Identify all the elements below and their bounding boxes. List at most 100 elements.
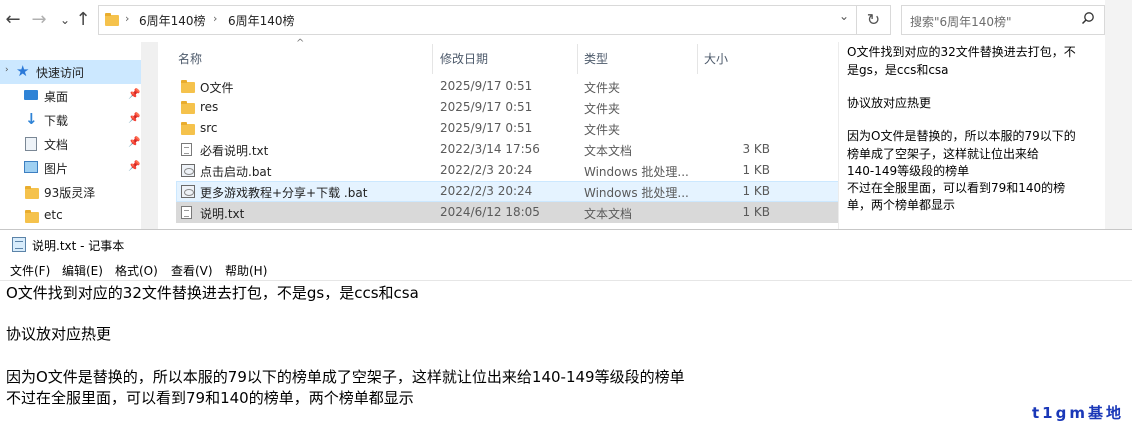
- file-size: 3 KB: [742, 142, 770, 156]
- sort-ascending-icon: ^: [296, 38, 305, 49]
- file-type: 文件夹: [584, 123, 621, 137]
- preview-line: 140-149等级段的榜单: [847, 164, 970, 178]
- preview-line: 单，两个榜单都显示: [847, 198, 956, 212]
- address-bar[interactable]: › 6周年140榜 › 6周年140榜 ⌄: [98, 5, 857, 35]
- file-size: 1 KB: [742, 163, 770, 177]
- menu-edit[interactable]: 编辑(E): [62, 262, 103, 279]
- menu-help[interactable]: 帮助(H): [225, 262, 267, 279]
- window-edge-scrollbar[interactable]: [1105, 0, 1132, 229]
- sidebar-item-label: 93版灵泽: [44, 186, 96, 200]
- document-icon: [25, 137, 37, 151]
- column-divider[interactable]: [577, 44, 578, 74]
- breadcrumb-separator-icon: ›: [125, 12, 130, 25]
- folder-icon: [181, 101, 195, 114]
- text-line: 因为O文件是替换的，所以本服的79以下的榜单成了空架子，这样就让位出来给140-…: [6, 368, 685, 386]
- file-name: 说明.txt: [200, 207, 245, 221]
- file-type: 文本文档: [584, 207, 633, 221]
- menu-view[interactable]: 查看(V): [171, 262, 213, 279]
- file-list: ^ 名称 修改日期 类型 大小 O文件 2025/9/17 0:51 文件夹 r…: [158, 38, 939, 229]
- forward-arrow-icon[interactable]: →: [28, 8, 50, 32]
- file-explorer-window: ← → ⌄ ↑ › 6周年140榜 › 6周年140榜 ⌄ ↻ 搜索"6周年14…: [0, 0, 1132, 229]
- text-file-icon: [181, 206, 192, 219]
- refresh-icon[interactable]: ↻: [857, 5, 891, 35]
- search-box[interactable]: 搜索"6周年140榜": [901, 5, 1105, 35]
- file-row[interactable]: O文件 2025/9/17 0:51 文件夹: [176, 76, 939, 97]
- file-date: 2022/2/3 20:24: [440, 163, 533, 177]
- column-divider[interactable]: [697, 44, 698, 74]
- folder-icon: [181, 122, 195, 135]
- breadcrumb-item[interactable]: 6周年140榜: [228, 12, 295, 29]
- batch-file-icon: [181, 185, 195, 198]
- preview-line: 是gs，是ccs和csa: [847, 63, 949, 77]
- picture-icon: [24, 161, 38, 173]
- notepad-title-bar[interactable]: 说明.txt - 记事本: [0, 230, 1132, 260]
- preview-pane: O文件找到对应的32文件替换进去打包，不 是gs，是ccs和csa 协议放对应热…: [838, 42, 1106, 229]
- menu-bar: 文件(F) 编辑(E) 格式(O) 查看(V) 帮助(H): [0, 260, 1132, 280]
- column-divider[interactable]: [432, 44, 433, 74]
- file-date: 2025/9/17 0:51: [440, 79, 533, 93]
- file-row[interactable]: 必看说明.txt 2022/3/14 17:56 文本文档 3 KB: [176, 139, 939, 160]
- up-arrow-icon[interactable]: ↑: [72, 8, 94, 32]
- download-arrow-icon: ↓: [25, 110, 38, 128]
- sidebar-item-documents[interactable]: 文档 📌: [0, 132, 141, 156]
- column-header-name[interactable]: 名称: [178, 50, 202, 67]
- preview-line: 协议放对应热更: [847, 96, 932, 110]
- sidebar-item-quick-access[interactable]: › ★ 快速访问: [0, 60, 141, 84]
- sidebar-item-folder[interactable]: etc: [0, 204, 141, 228]
- folder-icon: [181, 80, 195, 93]
- sidebar-item-downloads[interactable]: ↓ 下载 📌: [0, 108, 141, 132]
- pin-icon: 📌: [128, 89, 141, 100]
- file-type: Windows 批处理...: [584, 165, 689, 179]
- file-name: 必看说明.txt: [200, 144, 269, 158]
- expand-chevron-icon[interactable]: ›: [5, 65, 9, 75]
- file-type: 文本文档: [584, 144, 633, 158]
- search-placeholder: 搜索"6周年140榜": [910, 15, 1012, 29]
- sidebar-item-folder[interactable]: 93版灵泽: [0, 180, 141, 204]
- file-date: 2025/9/17 0:51: [440, 121, 533, 135]
- text-line: 不过在全服里面，可以看到79和140的榜单，两个榜单都显示: [6, 389, 414, 407]
- file-name: O文件: [200, 81, 234, 95]
- pin-icon: 📌: [128, 161, 141, 172]
- file-name: 点击启动.bat: [200, 165, 272, 179]
- star-icon: ★: [16, 62, 30, 80]
- file-size: 1 KB: [742, 184, 770, 198]
- column-header-type[interactable]: 类型: [584, 50, 608, 67]
- address-dropdown-chevron-icon[interactable]: ⌄: [839, 9, 849, 23]
- column-header-size[interactable]: 大小: [704, 50, 728, 67]
- file-type: Windows 批处理...: [584, 186, 689, 200]
- desktop-icon: [24, 90, 38, 100]
- address-toolbar: ← → ⌄ ↑ › 6周年140榜 › 6周年140榜 ⌄ ↻ 搜索"6周年14…: [0, 0, 1132, 42]
- text-file-icon: [181, 143, 192, 156]
- file-row-hovered[interactable]: 更多游戏教程+分享+下载 .bat 2022/2/3 20:24 Windows…: [176, 181, 939, 202]
- breadcrumb-item[interactable]: 6周年140榜: [139, 12, 206, 29]
- preview-line: 因为O文件是替换的，所以本服的79以下的: [847, 129, 1076, 143]
- text-editor-area[interactable]: O文件找到对应的32文件替换进去打包，不是gs，是ccs和csa 协议放对应热更…: [0, 280, 1132, 430]
- file-row[interactable]: res 2025/9/17 0:51 文件夹: [176, 97, 939, 118]
- preview-line: O文件找到对应的32文件替换进去打包，不: [847, 45, 1076, 59]
- notepad-icon: [12, 237, 26, 252]
- notepad-window: 说明.txt - 记事本 文件(F) 编辑(E) 格式(O) 查看(V) 帮助(…: [0, 229, 1132, 430]
- text-line: 协议放对应热更: [6, 325, 112, 343]
- file-date: 2024/6/12 18:05: [440, 205, 540, 219]
- menu-format[interactable]: 格式(O): [115, 262, 158, 279]
- search-icon: [1081, 12, 1094, 25]
- sidebar-item-label: 快速访问: [36, 66, 85, 80]
- navigation-scrollbar[interactable]: [141, 42, 158, 229]
- folder-icon: [25, 186, 39, 199]
- menu-file[interactable]: 文件(F): [10, 262, 50, 279]
- sidebar-item-label: etc: [44, 208, 63, 222]
- file-row[interactable]: src 2025/9/17 0:51 文件夹: [176, 118, 939, 139]
- watermark: t1gm基地: [1032, 404, 1124, 422]
- sidebar-item-desktop[interactable]: 桌面 📌: [0, 84, 141, 108]
- sidebar-item-pictures[interactable]: 图片 📌: [0, 156, 141, 180]
- navigation-pane: › ★ 快速访问 桌面 📌 ↓ 下载 📌 文档 📌 图片 📌 93版灵泽 etc: [0, 42, 158, 229]
- column-header-date[interactable]: 修改日期: [440, 50, 488, 67]
- text-line: O文件找到对应的32文件替换进去打包，不是gs，是ccs和csa: [6, 284, 419, 302]
- file-date: 2022/3/14 17:56: [440, 142, 540, 156]
- back-arrow-icon[interactable]: ←: [2, 8, 24, 32]
- file-row[interactable]: 点击启动.bat 2022/2/3 20:24 Windows 批处理... 1…: [176, 160, 939, 181]
- file-size: 1 KB: [742, 205, 770, 219]
- file-name: src: [200, 121, 218, 135]
- preview-line: 不过在全服里面，可以看到79和140的榜: [847, 181, 1066, 195]
- file-row-selected[interactable]: 说明.txt 2024/6/12 18:05 文本文档 1 KB: [176, 202, 939, 223]
